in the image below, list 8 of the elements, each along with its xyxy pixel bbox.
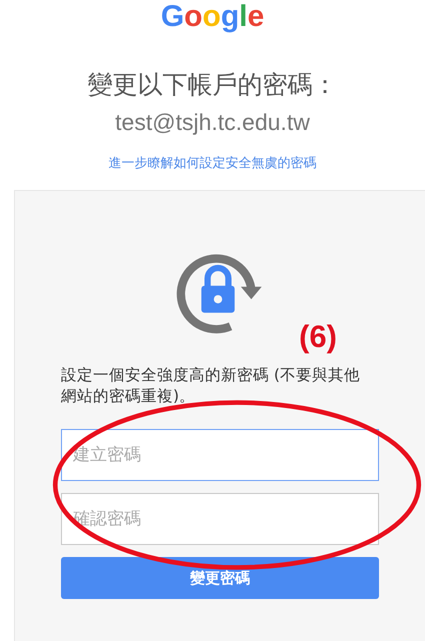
annotation-number: (6): [299, 319, 337, 355]
change-password-button[interactable]: 變更密碼: [61, 557, 379, 599]
heading: 變更以下帳戶的密碼：: [88, 69, 338, 101]
account-email: test@tsjh.tc.edu.tw: [115, 109, 310, 136]
password-field[interactable]: 建立密碼: [61, 429, 379, 481]
help-link[interactable]: 進一步瞭解如何設定安全無虞的密碼: [108, 154, 316, 172]
logo: Google: [160, 0, 264, 34]
instructions: 設定一個安全強度高的新密碼 (不要與其他網站的密碼重複)。: [61, 365, 361, 407]
